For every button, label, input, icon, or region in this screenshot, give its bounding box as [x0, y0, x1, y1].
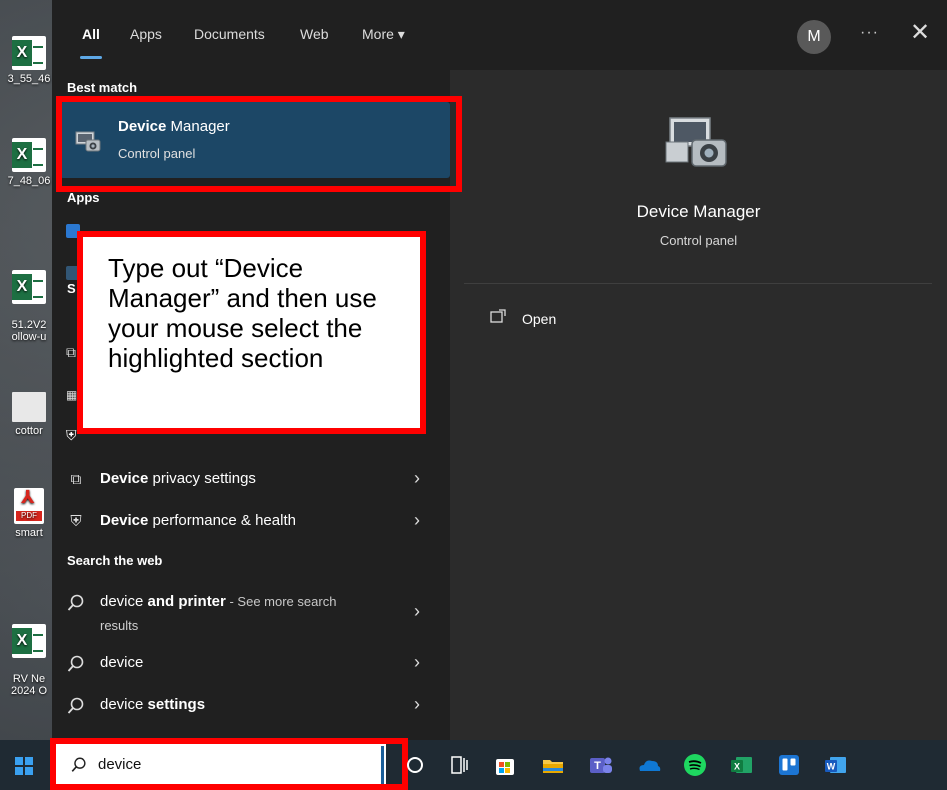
- excel-file-icon: X: [12, 270, 46, 304]
- search-icon: [67, 655, 84, 672]
- desktop-icon-label: RV Ne 2024 O: [10, 673, 48, 697]
- open-action[interactable]: Open: [522, 311, 556, 327]
- apps-heading: Apps: [67, 190, 100, 205]
- desktop-icon-label: 7_48_06: [7, 175, 51, 187]
- desktop-excel-file-3[interactable]: X 51.2V2 ollow-u: [4, 258, 54, 343]
- windows-start-icon[interactable]: [15, 757, 33, 775]
- active-tab-indicator: [80, 56, 102, 59]
- shield-icon: ⛨: [70, 513, 82, 530]
- desktop-excel-file-1[interactable]: X 3_55_46: [4, 36, 54, 85]
- tab-apps[interactable]: Apps: [130, 26, 162, 42]
- preview-title: Device Manager: [636, 202, 761, 221]
- result-label: device settings: [100, 696, 206, 713]
- close-icon[interactable]: ✕: [910, 18, 930, 47]
- web-result-device-and-printer[interactable]: device and printer - See more search res…: [52, 583, 450, 639]
- result-label: device and printer - See more search: [100, 593, 337, 610]
- settings-heading-partial: S: [67, 281, 76, 296]
- divider: [464, 283, 932, 284]
- desktop-pdf-file[interactable]: ⅄ PDF smart: [4, 488, 54, 539]
- tab-more[interactable]: More ▾: [362, 26, 405, 43]
- tab-documents[interactable]: Documents: [194, 26, 265, 42]
- web-result-device[interactable]: device ›: [52, 644, 450, 684]
- word-icon[interactable]: W: [822, 752, 848, 778]
- svg-text:T: T: [594, 760, 601, 772]
- more-options-icon[interactable]: ···: [860, 24, 879, 42]
- desktop-doc-file[interactable]: cottor: [4, 392, 54, 437]
- search-icon: [67, 594, 84, 611]
- search-icon: [67, 697, 84, 714]
- result-device-privacy-settings[interactable]: ⧉ Device privacy settings ›: [52, 460, 450, 500]
- teams-icon[interactable]: T: [588, 752, 614, 778]
- best-match-heading: Best match: [67, 80, 138, 95]
- chevron-right-icon[interactable]: ›: [414, 601, 420, 622]
- user-avatar[interactable]: M: [797, 20, 831, 54]
- desktop-excel-file-2[interactable]: X 7_48_06: [4, 138, 54, 187]
- desktop-icon-label: cottor: [15, 425, 43, 437]
- desktop-icon-label: smart: [15, 527, 43, 539]
- desktop-excel-file-4[interactable]: X RV Ne 2024 O: [4, 612, 54, 697]
- file-explorer-icon[interactable]: [540, 752, 566, 778]
- tab-web[interactable]: Web: [300, 26, 329, 42]
- result-label: Device performance & health: [100, 512, 296, 529]
- search-box-highlight: [50, 738, 408, 790]
- best-match-highlight-box: [56, 96, 462, 192]
- cortana-icon[interactable]: [402, 752, 428, 778]
- filter-tabs: All Apps Documents Web More ▾ M ··· ✕: [52, 0, 947, 70]
- web-result-device-settings[interactable]: device settings ›: [52, 686, 450, 726]
- callout-text: Type out “Device Manager” and then use y…: [108, 253, 377, 373]
- pdf-file-icon: ⅄ PDF: [14, 488, 44, 524]
- excel-file-icon: X: [12, 36, 46, 70]
- open-icon[interactable]: [490, 309, 506, 323]
- store-icon[interactable]: [492, 752, 518, 778]
- trello-icon[interactable]: [776, 752, 802, 778]
- svg-text:W: W: [827, 762, 836, 772]
- result-sublabel: results: [100, 618, 139, 633]
- desktop-icon-label: 51.2V2 ollow-u: [11, 319, 47, 343]
- task-view-icon[interactable]: [446, 752, 472, 778]
- tab-all[interactable]: All: [82, 26, 100, 42]
- excel-file-icon: X: [12, 138, 46, 172]
- svg-text:X: X: [734, 762, 740, 772]
- excel-icon[interactable]: X: [728, 752, 754, 778]
- onedrive-icon[interactable]: [636, 752, 662, 778]
- preview-subtitle: Control panel: [659, 233, 738, 248]
- instruction-callout: Type out “Device Manager” and then use y…: [77, 231, 426, 434]
- desktop-icon-label: 3_55_46: [7, 73, 51, 85]
- result-label: Device privacy settings: [100, 470, 256, 487]
- result-label: device: [100, 654, 144, 671]
- excel-file-icon: X: [12, 624, 46, 658]
- chevron-right-icon[interactable]: ›: [414, 468, 420, 489]
- result-device-performance-health[interactable]: ⛨ Device performance & health ›: [52, 502, 450, 542]
- spotify-icon[interactable]: [682, 752, 708, 778]
- search-web-heading: Search the web: [67, 553, 163, 568]
- document-file-icon: [12, 392, 46, 422]
- chevron-right-icon[interactable]: ›: [414, 652, 420, 673]
- chevron-right-icon[interactable]: ›: [414, 510, 420, 531]
- chevron-right-icon[interactable]: ›: [414, 694, 420, 715]
- privacy-icon: ⧉: [70, 471, 82, 488]
- device-manager-icon: [665, 117, 727, 167]
